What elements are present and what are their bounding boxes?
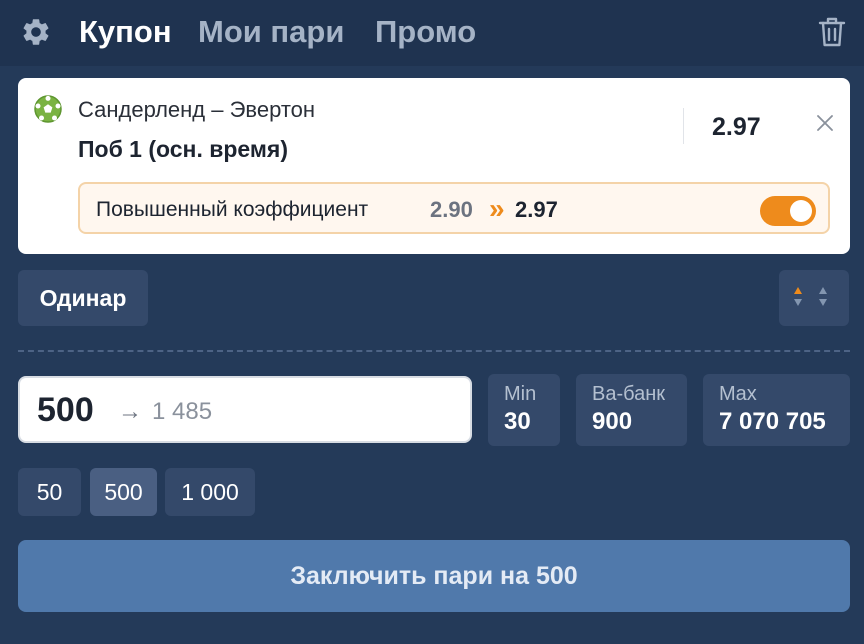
all-in-value: 900	[592, 408, 633, 435]
boost-toggle[interactable]	[760, 196, 816, 226]
min-stake-button[interactable]: Min 30	[488, 374, 560, 446]
double-chevron-icon: »	[489, 193, 505, 224]
tab-coupon[interactable]: Купон	[79, 14, 172, 50]
min-value: 30	[504, 408, 531, 435]
all-in-label: Ва-банк	[592, 383, 666, 405]
quick-amount-500[interactable]: 500	[90, 468, 157, 516]
boosted-old-odds: 2.90	[430, 197, 473, 222]
tab-promo[interactable]: Промо	[375, 14, 476, 50]
potential-win: 1 485	[152, 398, 213, 425]
gear-icon[interactable]	[20, 16, 52, 48]
divider	[683, 108, 684, 144]
trash-icon[interactable]	[816, 15, 848, 49]
place-bet-button[interactable]: Заключить пари на 500	[18, 540, 850, 612]
stake-input[interactable]: 500 → 1 485	[18, 376, 472, 443]
all-in-button[interactable]: Ва-банк 900	[576, 374, 687, 446]
soccer-ball-icon	[34, 95, 62, 123]
close-icon[interactable]	[816, 114, 834, 132]
boosted-new-odds: 2.97	[515, 197, 558, 222]
coupon-header: Купон Мои пари Промо	[0, 0, 864, 66]
bet-outcome: Поб 1 (осн. время)	[78, 136, 288, 162]
bet-type-single-button[interactable]: Одинар	[18, 270, 148, 326]
sort-arrows-icon	[794, 287, 827, 306]
boosted-odds-label: Повышенный коэффициент	[96, 198, 369, 221]
max-stake-button[interactable]: Max 7 070 705	[703, 374, 850, 446]
max-label: Max	[719, 383, 757, 405]
sort-button[interactable]	[779, 270, 849, 326]
arrow-right-icon: →	[118, 398, 142, 425]
quick-amount-50[interactable]: 50	[18, 468, 81, 516]
min-label: Min	[504, 383, 537, 405]
bet-card: Сандерленд – Эвертон Поб 1 (осн. время) …	[18, 78, 850, 254]
boosted-odds-panel: Повышенный коэффициент 2.90 » 2.97	[78, 182, 830, 234]
match-name: Сандерленд – Эвертон	[78, 97, 316, 122]
section-divider	[18, 350, 850, 352]
max-value: 7 070 705	[719, 408, 826, 435]
stake-amount[interactable]: 500	[37, 391, 94, 430]
quick-amount-1000[interactable]: 1 000	[165, 468, 255, 516]
toggle-knob	[790, 200, 812, 222]
bet-odds: 2.97	[712, 113, 761, 141]
tab-my-bets[interactable]: Мои пари	[198, 14, 344, 50]
